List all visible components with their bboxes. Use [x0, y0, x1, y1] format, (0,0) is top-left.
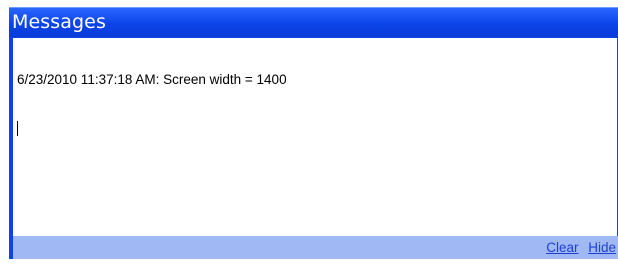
- log-line: 6/23/2010 11:37:18 AM: Screen width = 14…: [17, 72, 287, 87]
- messages-title-bar: Messages: [9, 7, 618, 37]
- messages-footer: Clear Hide: [13, 236, 618, 259]
- hide-link[interactable]: Hide: [588, 240, 616, 255]
- clear-link[interactable]: Clear: [546, 240, 578, 255]
- text-caret: [17, 120, 617, 136]
- footer-links: Clear Hide: [546, 240, 616, 256]
- messages-log-area[interactable]: 6/23/2010 11:37:18 AM: Screen width = 14…: [13, 38, 617, 236]
- messages-panel: Messages 6/23/2010 11:37:18 AM: Screen w…: [9, 7, 618, 259]
- messages-title: Messages: [12, 11, 106, 33]
